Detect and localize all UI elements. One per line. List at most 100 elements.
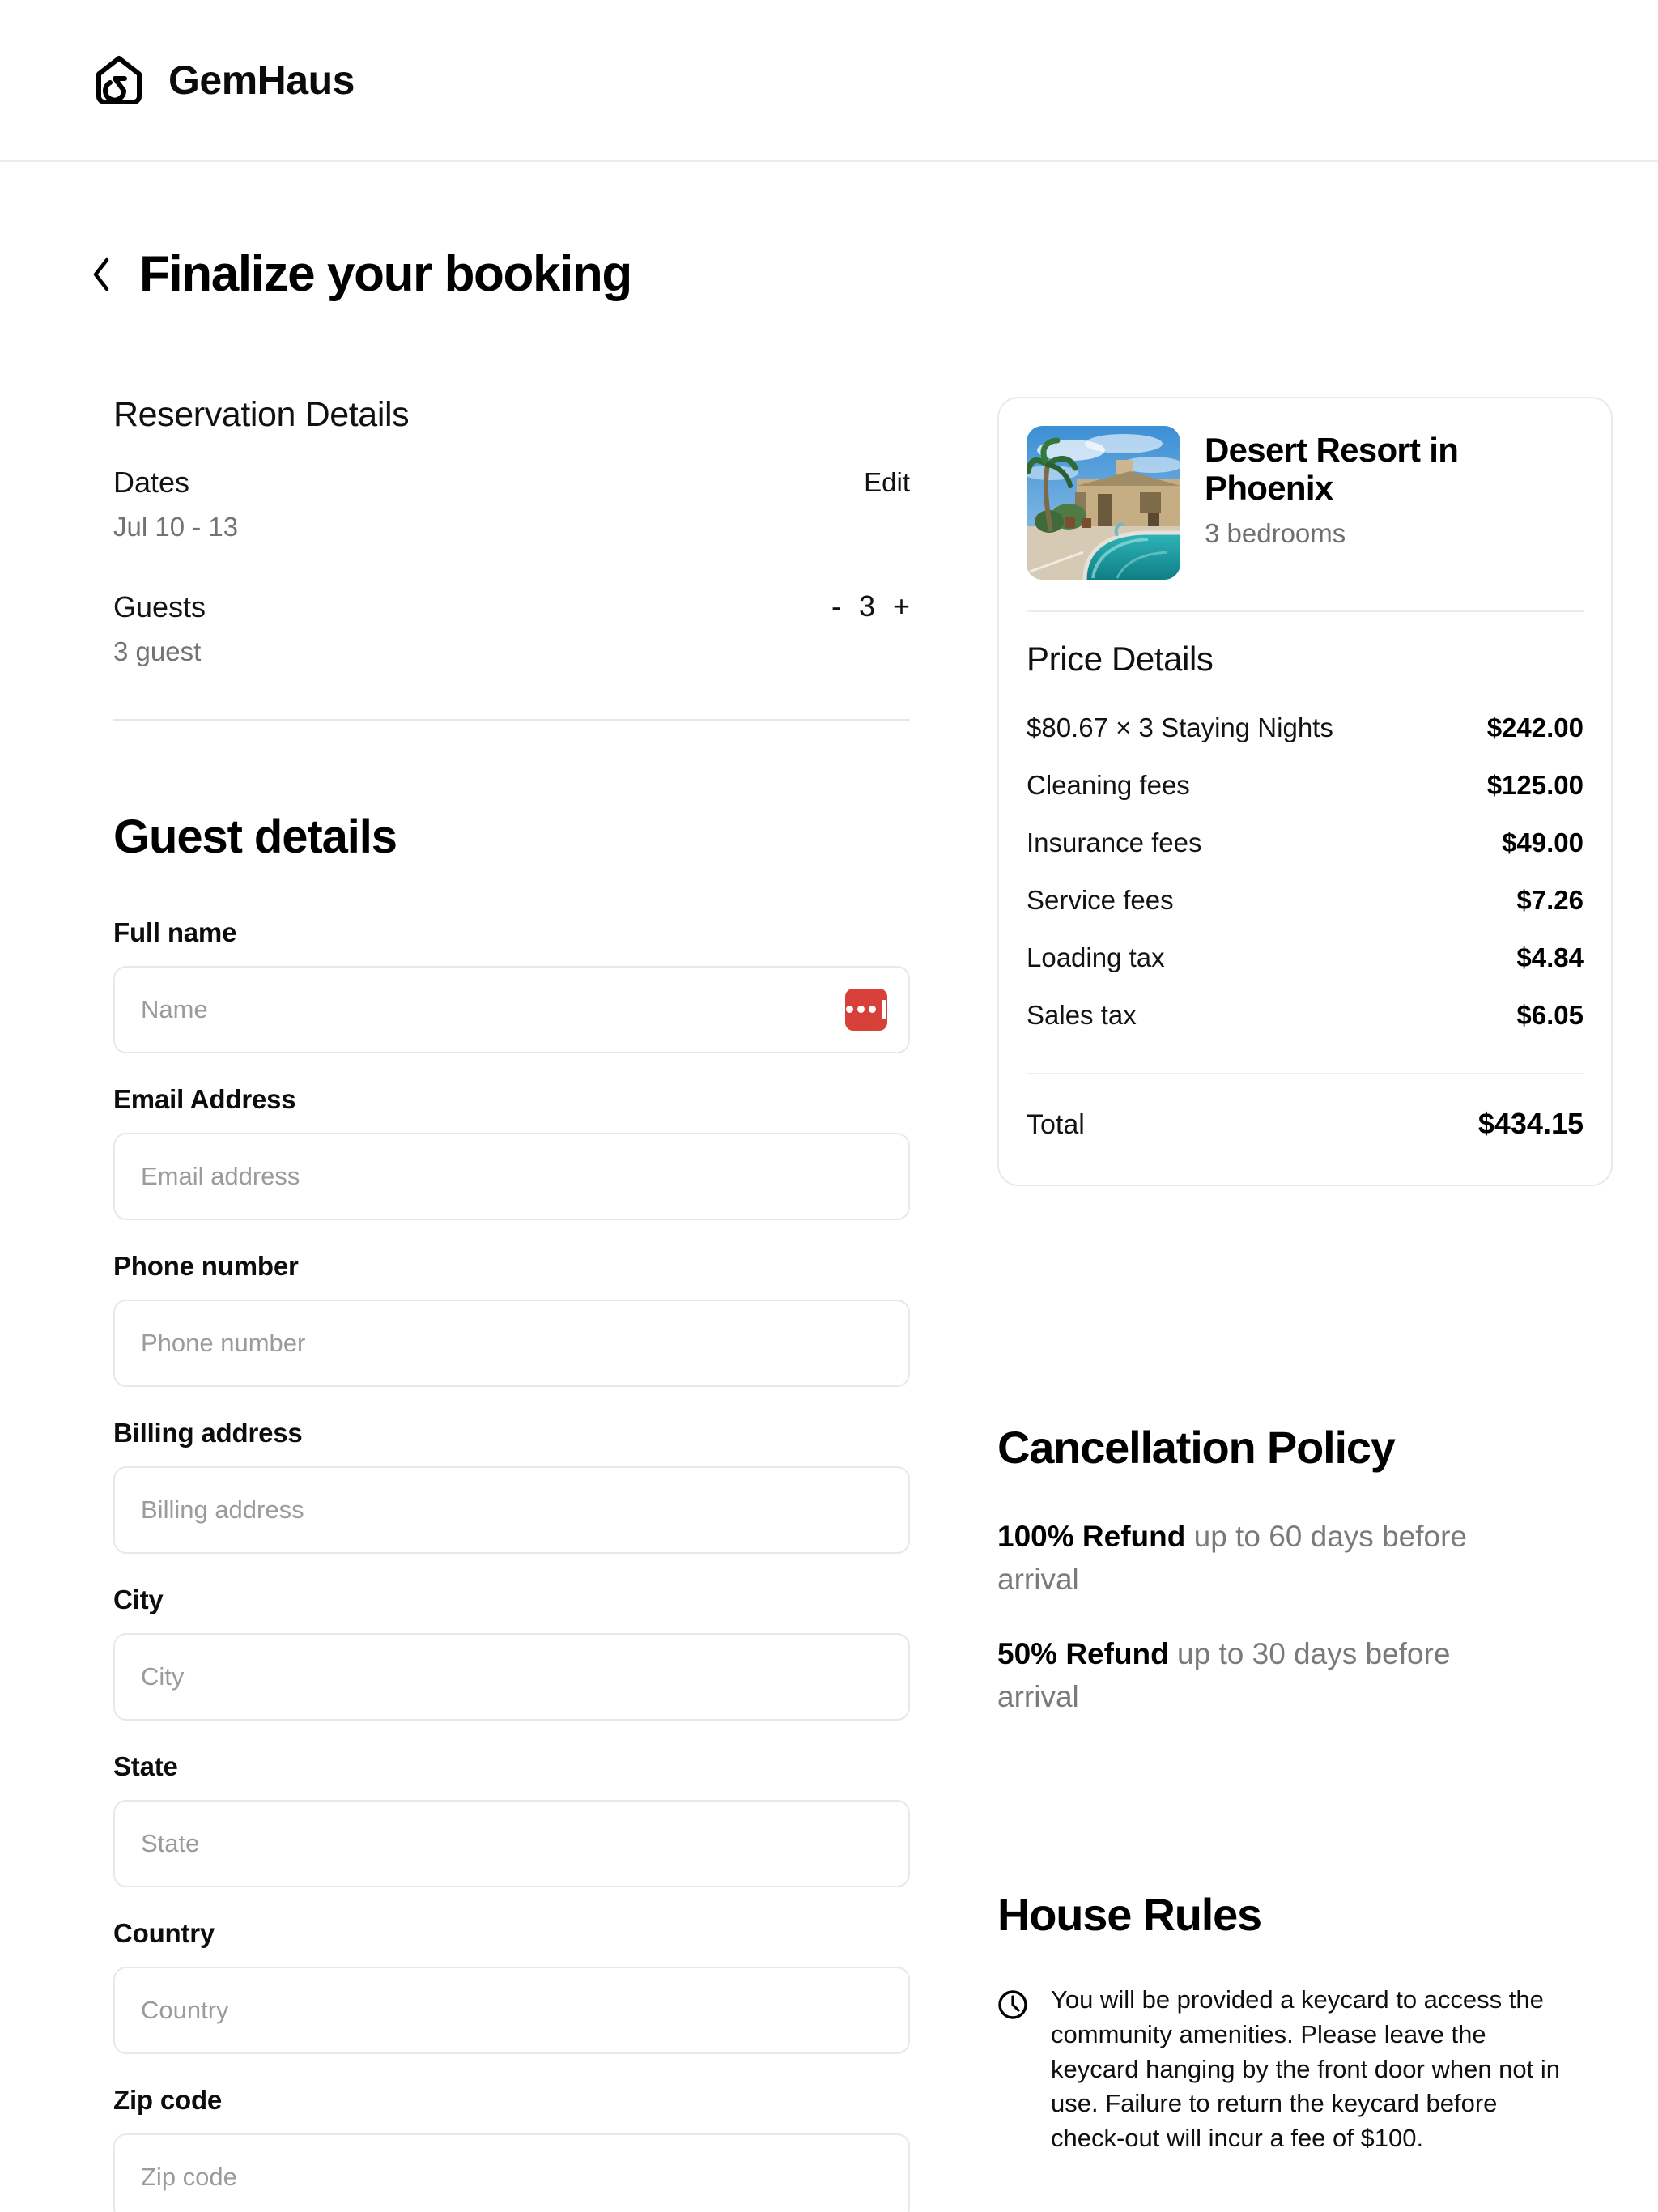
field-email-address: Email Address bbox=[113, 1084, 910, 1220]
cancellation-policy-entry: 50% Refund up to 30 days before arrival bbox=[997, 1633, 1532, 1718]
price-row: Loading tax $4.84 bbox=[1027, 942, 1584, 973]
price-row: Insurance fees $49.00 bbox=[1027, 827, 1584, 858]
guests-value: 3 guest bbox=[113, 636, 202, 667]
field-zip-code: Zip code bbox=[113, 2085, 910, 2212]
guests-label: Guests bbox=[113, 590, 206, 624]
guest-details-heading: Guest details bbox=[113, 810, 397, 863]
guests-count-value: 3 bbox=[858, 589, 875, 623]
phone-number-input[interactable] bbox=[141, 1328, 882, 1358]
billing-address-label: Billing address bbox=[113, 1417, 303, 1448]
gemhaus-house-logo-icon bbox=[91, 52, 147, 108]
email-address-label: Email Address bbox=[113, 1083, 296, 1114]
field-state: State bbox=[113, 1751, 910, 1887]
state-label: State bbox=[113, 1750, 178, 1781]
billing-address-input[interactable] bbox=[141, 1495, 882, 1525]
price-row: Sales tax $6.05 bbox=[1027, 1000, 1584, 1031]
section-divider bbox=[113, 718, 910, 721]
price-row-label: $80.67 × 3 Staying Nights bbox=[1027, 713, 1333, 742]
booking-summary-card: Desert Resort in Phoenix 3 bedrooms Pric… bbox=[997, 397, 1613, 1186]
field-billing-address: Billing address bbox=[113, 1418, 910, 1554]
field-full-name: Full name bbox=[113, 917, 910, 1053]
guest-details-section: Guest details Full name Email Address Ph… bbox=[91, 810, 933, 2212]
cancellation-policy-entry: 100% Refund up to 60 days before arrival bbox=[997, 1516, 1532, 1601]
email-address-input-wrapper[interactable] bbox=[113, 1132, 910, 1220]
price-row-value: $125.00 bbox=[1486, 770, 1584, 800]
guests-group: Guests 3 guest bbox=[113, 589, 206, 668]
page-title: Finalize your booking bbox=[139, 246, 632, 302]
cancellation-policy-section: Cancellation Policy 100% Refund up to 60… bbox=[997, 1421, 1613, 1718]
country-input[interactable] bbox=[141, 1995, 882, 2025]
house-rule-item: You will be provided a keycard to access… bbox=[997, 1983, 1564, 2156]
price-row-label: Loading tax bbox=[1027, 942, 1165, 972]
edit-dates-button[interactable]: Edit bbox=[864, 464, 910, 501]
house-rules-section: House Rules You will be provided a keyca… bbox=[997, 1888, 1613, 2212]
reservation-dates-row: Dates Jul 10 - 13 Edit bbox=[91, 464, 933, 543]
house-rule-text: You will be provided a keycard to access… bbox=[1051, 1985, 1561, 2153]
full-name-label: Full name bbox=[113, 917, 237, 947]
country-input-wrapper[interactable] bbox=[113, 1966, 910, 2054]
guests-decrement-button[interactable]: - bbox=[831, 589, 841, 623]
property-bedrooms: 3 bedrooms bbox=[1205, 518, 1346, 549]
total-value: $434.15 bbox=[1477, 1107, 1584, 1140]
price-row-label: Cleaning fees bbox=[1027, 770, 1190, 800]
reservation-guests-row: Guests 3 guest - 3 + bbox=[91, 589, 933, 668]
email-address-input[interactable] bbox=[141, 1161, 882, 1191]
price-row-value: $6.05 bbox=[1516, 1000, 1584, 1030]
desert-resort-pool-photo bbox=[1027, 426, 1180, 580]
chevron-left-icon[interactable] bbox=[91, 257, 112, 292]
property-row: Desert Resort in Phoenix 3 bedrooms bbox=[1027, 426, 1584, 580]
zip-code-input[interactable] bbox=[141, 2162, 882, 2192]
reservation-details-section: Reservation Details Dates Jul 10 - 13 Ed… bbox=[91, 395, 933, 721]
clock-icon bbox=[997, 1989, 1028, 2020]
price-row: $80.67 × 3 Staying Nights $242.00 bbox=[1027, 713, 1584, 743]
billing-address-input-wrapper[interactable] bbox=[113, 1465, 910, 1554]
cancellation-policy-heading: Cancellation Policy bbox=[997, 1422, 1396, 1473]
zip-code-label: Zip code bbox=[113, 2084, 223, 2115]
city-input-wrapper[interactable] bbox=[113, 1632, 910, 1721]
card-divider bbox=[1027, 610, 1584, 612]
zip-code-input-wrapper[interactable] bbox=[113, 2133, 910, 2212]
refund-percent-label: 100% Refund bbox=[997, 1520, 1186, 1553]
total-label: Total bbox=[1027, 1109, 1085, 1140]
house-rules-heading: House Rules bbox=[997, 1889, 1262, 1941]
full-name-input[interactable] bbox=[141, 994, 882, 1024]
state-input[interactable] bbox=[141, 1828, 882, 1858]
field-city: City bbox=[113, 1585, 910, 1721]
guests-stepper: - 3 + bbox=[831, 589, 910, 623]
refund-percent-label: 50% Refund bbox=[997, 1637, 1169, 1671]
price-row-label: Service fees bbox=[1027, 885, 1174, 915]
price-details-heading: Price Details bbox=[1027, 640, 1214, 678]
phone-number-input-wrapper[interactable] bbox=[113, 1299, 910, 1387]
guests-increment-button[interactable]: + bbox=[893, 589, 910, 623]
total-divider bbox=[1027, 1073, 1584, 1074]
phone-number-label: Phone number bbox=[113, 1250, 299, 1281]
page-header: Finalize your booking bbox=[91, 249, 933, 300]
house-rule-item: Parties and any disruptive events are bbox=[997, 2208, 1564, 2212]
property-meta: Desert Resort in Phoenix 3 bedrooms bbox=[1205, 426, 1480, 549]
top-navigation-bar: GemHaus bbox=[0, 0, 1658, 162]
brand-logo[interactable]: GemHaus bbox=[91, 52, 355, 108]
price-row-label: Insurance fees bbox=[1027, 827, 1202, 857]
full-name-input-wrapper[interactable] bbox=[113, 965, 910, 1053]
reservation-details-heading: Reservation Details bbox=[113, 395, 410, 434]
city-label: City bbox=[113, 1584, 164, 1614]
total-row: Total $434.15 bbox=[1027, 1107, 1584, 1141]
price-row-value: $242.00 bbox=[1486, 713, 1584, 742]
house-rule-text: Parties and any disruptive events are bbox=[1051, 2208, 1464, 2212]
price-row-value: $49.00 bbox=[1502, 827, 1584, 857]
price-row: Service fees $7.26 bbox=[1027, 885, 1584, 916]
dates-label: Dates bbox=[113, 466, 190, 499]
price-row-value: $7.26 bbox=[1516, 885, 1584, 915]
brand-name-label: GemHaus bbox=[168, 57, 355, 103]
city-input[interactable] bbox=[141, 1661, 882, 1691]
state-input-wrapper[interactable] bbox=[113, 1799, 910, 1887]
lastpass-autofill-icon[interactable] bbox=[845, 988, 887, 1031]
price-row-value: $4.84 bbox=[1516, 942, 1584, 972]
country-label: Country bbox=[113, 1917, 215, 1948]
left-column: Finalize your booking Reservation Detail… bbox=[91, 162, 933, 2212]
price-row-label: Sales tax bbox=[1027, 1000, 1137, 1030]
field-phone-number: Phone number bbox=[113, 1251, 910, 1387]
page-content: Finalize your booking Reservation Detail… bbox=[0, 162, 1658, 2212]
dates-group: Dates Jul 10 - 13 bbox=[113, 464, 238, 543]
field-country: Country bbox=[113, 1918, 910, 2054]
